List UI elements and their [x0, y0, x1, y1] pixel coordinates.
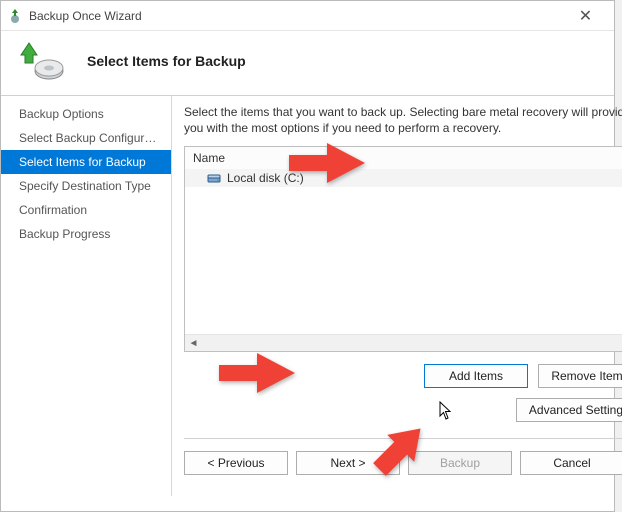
sidebar-item-label: Specify Destination Type	[19, 179, 151, 193]
list-item[interactable]: Local disk (C:)	[185, 169, 622, 187]
cancel-button[interactable]: Cancel	[520, 451, 622, 475]
sidebar-item-label: Backup Progress	[19, 227, 110, 241]
sidebar-item-label: Select Items for Backup	[19, 155, 146, 169]
backup-button: Backup	[408, 451, 512, 475]
scroll-track[interactable]	[202, 335, 622, 351]
window-title: Backup Once Wizard	[29, 9, 563, 23]
list-body: Local disk (C:)	[185, 169, 622, 334]
page-title: Select Items for Backup	[87, 53, 246, 69]
advanced-settings-button[interactable]: Advanced Settings	[516, 398, 622, 422]
sidebar-item-select-backup-configuration[interactable]: Select Backup Configurat...	[1, 126, 171, 150]
wizard-main: Select the items that you want to back u…	[172, 96, 622, 496]
scroll-left-arrow-icon[interactable]: ◄	[185, 335, 202, 351]
advanced-row: Advanced Settings	[184, 398, 622, 422]
items-listbox[interactable]: Name Local disk (C:) ◄	[184, 146, 622, 352]
drive-icon	[207, 172, 221, 184]
add-items-button[interactable]: Add Items	[424, 364, 528, 388]
wizard-header: Select Items for Backup	[1, 31, 614, 96]
sidebar-item-backup-progress[interactable]: Backup Progress	[1, 222, 171, 246]
sidebar-item-label: Backup Options	[19, 107, 104, 121]
close-button[interactable]: ✕	[563, 1, 608, 31]
list-item-label: Local disk (C:)	[227, 171, 304, 185]
close-icon: ✕	[579, 6, 592, 26]
sidebar-item-label: Select Backup Configurat...	[19, 131, 164, 145]
wizard-window: Backup Once Wizard ✕ Select Items for Ba…	[0, 0, 615, 512]
sidebar-item-backup-options[interactable]: Backup Options	[1, 102, 171, 126]
sidebar-item-confirmation[interactable]: Confirmation	[1, 198, 171, 222]
titlebar: Backup Once Wizard ✕	[1, 1, 614, 31]
wizard-body: Backup Options Select Backup Configurat.…	[1, 96, 614, 496]
backup-icon	[19, 41, 67, 81]
sidebar-item-label: Confirmation	[19, 203, 87, 217]
horizontal-scrollbar[interactable]: ◄ ►	[185, 334, 622, 351]
previous-button[interactable]: < Previous	[184, 451, 288, 475]
instruction-text: Select the items that you want to back u…	[184, 104, 622, 136]
remove-items-button[interactable]: Remove Items	[538, 364, 622, 388]
wizard-steps-sidebar: Backup Options Select Backup Configurat.…	[1, 96, 172, 496]
next-button[interactable]: Next >	[296, 451, 400, 475]
sidebar-item-specify-destination-type[interactable]: Specify Destination Type	[1, 174, 171, 198]
wizard-navigation: < Previous Next > Backup Cancel	[184, 438, 622, 475]
list-column-header-name[interactable]: Name	[185, 147, 622, 169]
item-buttons-row: Add Items Remove Items	[184, 364, 622, 388]
sidebar-item-select-items-for-backup[interactable]: Select Items for Backup	[1, 150, 171, 174]
app-icon	[7, 8, 23, 24]
